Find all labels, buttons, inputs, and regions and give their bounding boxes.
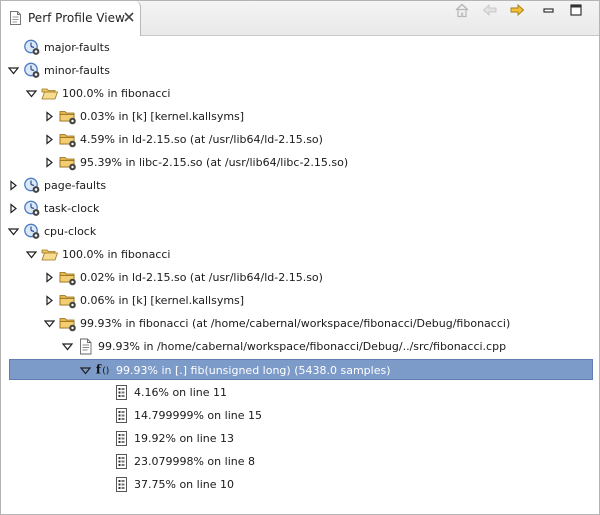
tree-row[interactable]: 4.16% on line 11 — [1, 382, 599, 403]
tree-row[interactable]: 100.0% in fibonacci — [1, 83, 599, 104]
view-tab-bar: Perf Profile View — [1, 1, 599, 36]
forward-arrow-icon[interactable] — [508, 1, 526, 19]
tree-row[interactable]: f() 99.93% in [.] fib(unsigned long) (543… — [9, 359, 593, 380]
tree-row-label: 19.92% on line 13 — [134, 432, 234, 445]
tree-row-label: major-faults — [44, 41, 110, 54]
minimize-icon[interactable] — [540, 1, 558, 19]
tree-row-label: task-clock — [44, 202, 100, 215]
tree-row[interactable]: task-clock — [1, 198, 599, 219]
dso-folder-icon — [59, 292, 77, 309]
svg-text:f: f — [96, 363, 102, 377]
maximize-icon[interactable] — [567, 1, 585, 19]
line-icon — [113, 407, 131, 424]
tab-title: Perf Profile View — [28, 11, 125, 25]
tree-row[interactable]: 37.75% on line 10 — [1, 474, 599, 495]
tab-perf-profile-view[interactable]: Perf Profile View — [1, 1, 141, 36]
dso-folder-icon — [59, 154, 77, 171]
event-clock-icon — [23, 200, 41, 217]
tree-row[interactable]: 0.03% in [k] [kernel.kallsyms] — [1, 106, 599, 127]
tree-row-label: 4.59% in ld-2.15.so (at /usr/lib64/ld-2.… — [80, 133, 323, 146]
tree-row-label: cpu-clock — [44, 225, 97, 238]
tree-row-label: 99.93% in [.] fib(unsigned long) (5438.0… — [116, 364, 391, 377]
chevron-down-icon[interactable] — [61, 341, 74, 352]
event-clock-icon — [23, 39, 41, 56]
chevron-right-icon[interactable] — [44, 134, 55, 145]
dso-folder-icon — [59, 108, 77, 125]
tree-row[interactable]: 99.93% in /home/cabernal/workspace/fibon… — [1, 336, 599, 357]
close-icon[interactable] — [123, 11, 135, 23]
profile-tree[interactable]: major-faults minor-faults 100.0% in fibona… — [1, 36, 599, 514]
tree-row-label: 95.39% in libc-2.15.so (at /usr/lib64/li… — [80, 156, 349, 169]
chevron-right-icon[interactable] — [8, 203, 19, 214]
chevron-down-icon[interactable] — [25, 88, 38, 99]
chevron-right-icon[interactable] — [44, 157, 55, 168]
tree-row-label: 14.799999% on line 15 — [134, 409, 262, 422]
chevron-right-icon[interactable] — [44, 295, 55, 306]
chevron-down-icon[interactable] — [7, 226, 20, 237]
chevron-down-icon[interactable] — [7, 65, 20, 76]
tree-row[interactable]: 99.93% in fibonacci (at /home/cabernal/w… — [1, 313, 599, 334]
tree-row[interactable]: 4.59% in ld-2.15.so (at /usr/lib64/ld-2.… — [1, 129, 599, 150]
tree-row[interactable]: 95.39% in libc-2.15.so (at /usr/lib64/li… — [1, 152, 599, 173]
svg-text:(): () — [102, 367, 109, 377]
event-clock-icon — [23, 62, 41, 79]
line-icon — [113, 453, 131, 470]
tree-row-label: page-faults — [44, 179, 107, 192]
chevron-right-icon[interactable] — [44, 111, 55, 122]
tree-row-label: 23.079998% on line 8 — [134, 455, 255, 468]
tree-row-label: 99.93% in fibonacci (at /home/cabernal/w… — [80, 317, 511, 330]
document-icon — [10, 11, 21, 25]
chevron-right-icon[interactable] — [44, 272, 55, 283]
line-icon — [113, 430, 131, 447]
tree-row[interactable]: 14.799999% on line 15 — [1, 405, 599, 426]
dso-folder-icon — [59, 269, 77, 286]
tree-row[interactable]: 100.0% in fibonacci — [1, 244, 599, 265]
perf-profile-view: Perf Profile View major-faults minor-faul… — [0, 0, 600, 515]
tree-row[interactable]: minor-faults — [1, 60, 599, 81]
tree-row[interactable]: 0.02% in ld-2.15.so (at /usr/lib64/ld-2.… — [1, 267, 599, 288]
open-folder-icon — [41, 246, 59, 263]
dso-folder-icon — [59, 131, 77, 148]
back-arrow-icon[interactable] — [481, 1, 499, 19]
tree-row-label: 100.0% in fibonacci — [62, 87, 171, 100]
tree-row-label: 0.03% in [k] [kernel.kallsyms] — [80, 110, 245, 123]
chevron-down-icon[interactable] — [25, 249, 38, 260]
tree-row-label: 37.75% on line 10 — [134, 478, 234, 491]
open-folder-icon — [41, 85, 59, 102]
event-clock-icon — [23, 177, 41, 194]
home-icon[interactable] — [453, 1, 471, 19]
line-icon — [113, 476, 131, 493]
function-icon: f() — [95, 362, 113, 379]
dso-folder-icon — [59, 315, 77, 332]
chevron-right-icon[interactable] — [8, 180, 19, 191]
tree-row-label: 100.0% in fibonacci — [62, 248, 171, 261]
tree-row[interactable]: cpu-clock — [1, 221, 599, 242]
tree-row[interactable]: 0.06% in [k] [kernel.kallsyms] — [1, 290, 599, 311]
tree-row-label: 0.06% in [k] [kernel.kallsyms] — [80, 294, 245, 307]
tree-row-label: 0.02% in ld-2.15.so (at /usr/lib64/ld-2.… — [80, 271, 323, 284]
tree-row[interactable]: 19.92% on line 13 — [1, 428, 599, 449]
event-clock-icon — [23, 223, 41, 240]
tree-row[interactable]: 23.079998% on line 8 — [1, 451, 599, 472]
tree-row[interactable]: page-faults — [1, 175, 599, 196]
source-file-icon — [77, 338, 95, 355]
tree-row-label: 99.93% in /home/cabernal/workspace/fibon… — [98, 340, 507, 353]
chevron-down-icon[interactable] — [79, 365, 92, 376]
tree-row-label: 4.16% on line 11 — [134, 386, 227, 399]
tree-row-label: minor-faults — [44, 64, 110, 77]
tree-row[interactable]: major-faults — [1, 37, 599, 58]
line-icon — [113, 384, 131, 401]
chevron-down-icon[interactable] — [43, 318, 56, 329]
